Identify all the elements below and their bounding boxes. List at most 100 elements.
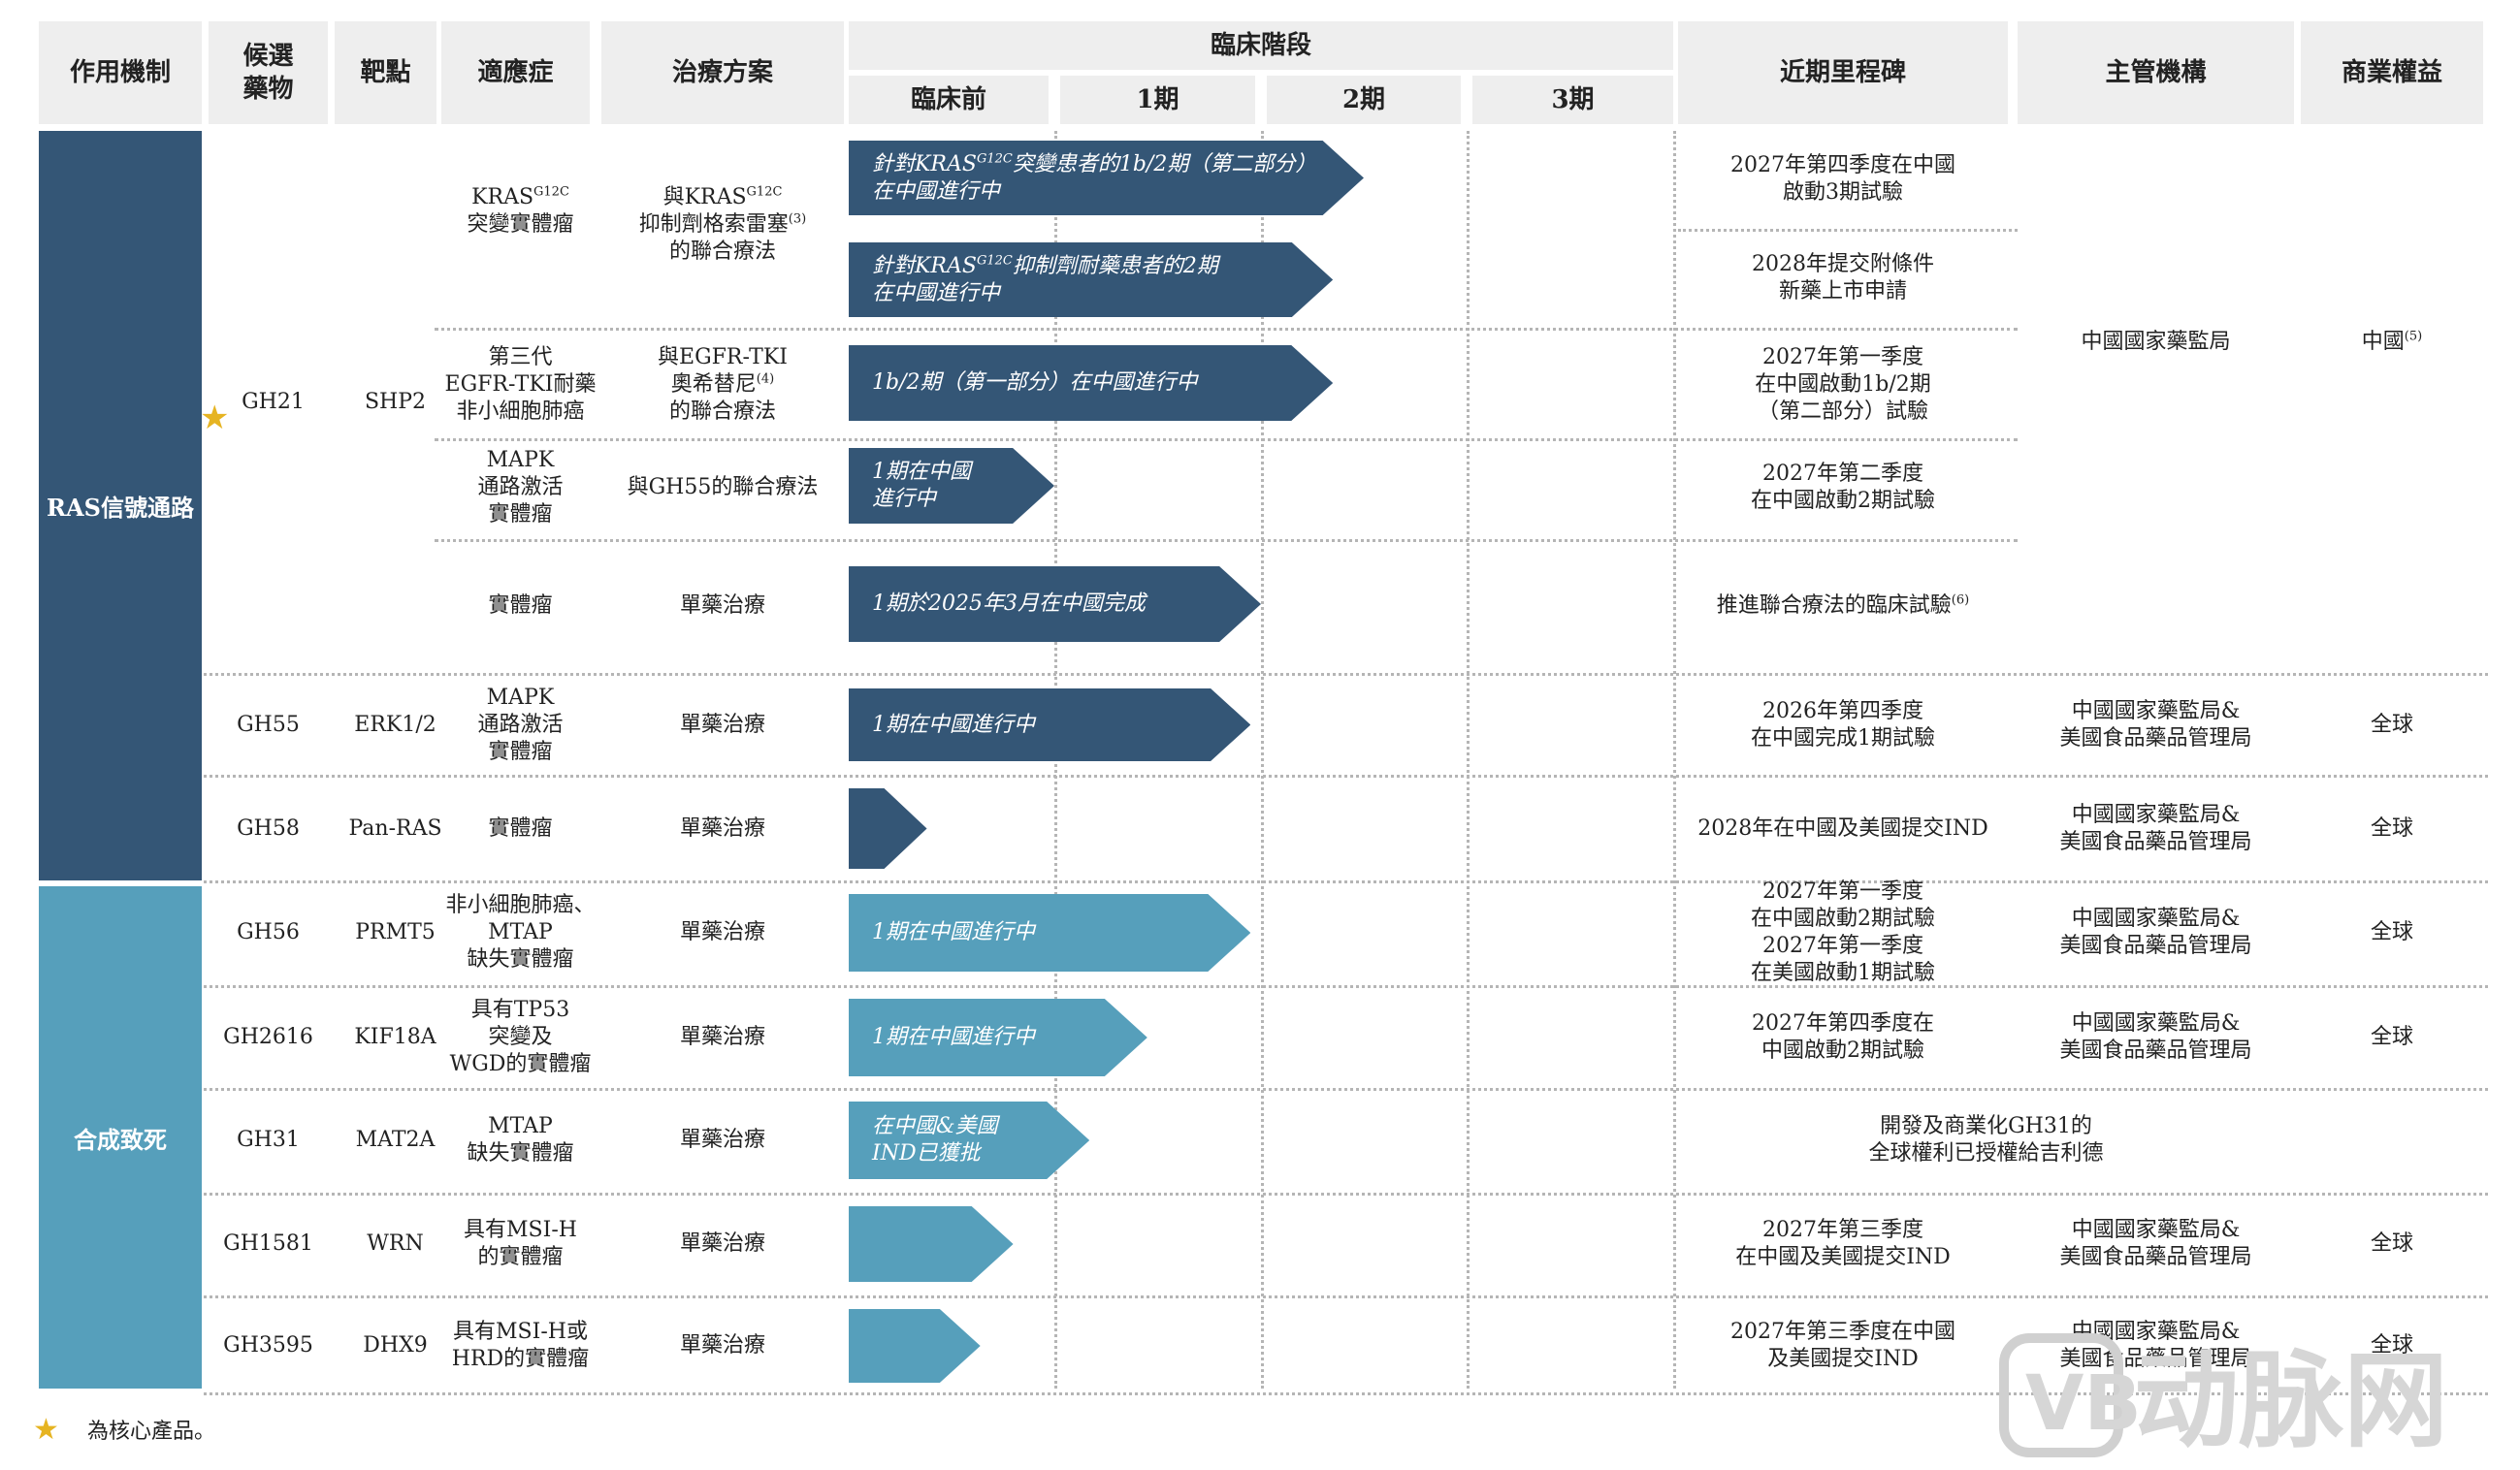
- milestone-text: 2026年第四季度 在中國完成1期試驗: [1751, 698, 1935, 751]
- header-stage-1: 臨床前: [849, 76, 1049, 124]
- mechanism-label: RAS信號通路: [47, 494, 194, 522]
- header-regimen: 治療方案: [601, 21, 844, 124]
- gh21-milestone-text: 2027年第四季度在中國 啟動3期試驗: [1730, 152, 1955, 207]
- regimen-text: 單藥治療: [679, 1333, 765, 1358]
- header-authority: 主管機構: [2018, 21, 2294, 124]
- header-stage-2: 1期: [1060, 76, 1255, 124]
- gh21-indication: MAPK 通路激活 實體瘤: [441, 444, 599, 531]
- header-clinical-stage: 臨床階段: [849, 21, 1673, 70]
- authority-text: 中國國家藥監局& 美國食品藥品管理局: [2059, 907, 2252, 958]
- gh21-rights-note: (5): [2404, 329, 2423, 344]
- row-separator: [435, 539, 2018, 542]
- regimen-text: 單藥治療: [679, 1025, 765, 1049]
- stage-divider: [1261, 131, 1264, 1389]
- gh21-regimen: 與KRASG12C 抑制劑格索雷塞(3) 的聯合療法: [601, 184, 844, 281]
- authority-text: 中國國家藥監局& 美國食品藥品管理局: [2059, 1218, 2252, 1269]
- row-separator: [204, 1193, 2488, 1196]
- rights-text: 全球: [2370, 1025, 2413, 1049]
- indication-text: 具有MSI-H或 HRD的實體瘤: [451, 1320, 590, 1371]
- header-milestone: 近期里程碑: [1678, 21, 2008, 124]
- indication-text: 非小細胞肺癌、 MTAP 缺失實體瘤: [445, 893, 596, 972]
- gh21-milestone: 推進聯合療法的臨床試驗(6): [1678, 543, 2008, 669]
- indication-text: MAPK 通路激活 實體瘤: [477, 685, 564, 764]
- gh21-indication-line: 第三代 EGFR-TKI耐藥 非小細胞肺癌: [444, 345, 597, 424]
- indication-text: MTAP 缺失實體瘤: [467, 1114, 574, 1166]
- gh21-milestone: 2027年第二季度 在中國啟動2期試驗: [1678, 444, 2008, 531]
- gh21-regimen-text: 單藥治療: [680, 592, 765, 620]
- gh21-regimen-sup: (3): [788, 211, 807, 227]
- header-candidate: 候選 藥物: [209, 21, 328, 124]
- gh21-milestone-sup: (6): [1951, 592, 1970, 608]
- target-name: WRN: [367, 1231, 424, 1256]
- gh21-phase-line: 1期於2025年3月在中國完成: [872, 591, 1146, 616]
- candidate-name: GH1581: [223, 1231, 313, 1256]
- target-name: ERK1/2: [354, 712, 436, 737]
- gh21-indication: 實體瘤: [441, 543, 599, 669]
- milestone-text: 2027年第三季度在中國 及美國提交IND: [1730, 1320, 1955, 1371]
- gh21-milestone-text: 推進聯合療法的臨床試驗(6): [1717, 592, 1969, 620]
- header-mechanism: 作用機制: [39, 21, 202, 124]
- gh21-milestone-line: 2027年第一季度 在中國啟動1b/2期 （第二部分）試驗: [1755, 345, 1931, 424]
- row-separator: [204, 1088, 2488, 1091]
- header-rights: 商業權益: [2301, 21, 2483, 124]
- authority-text: 中國國家藥監局& 美國食品藥品管理局: [2059, 698, 2252, 751]
- gh21-regimen-line: 與GH55的聯合療法: [627, 475, 819, 499]
- gh21-regimen-line: 單藥治療: [679, 593, 765, 618]
- gh21-indication-sup: G12C: [533, 184, 569, 200]
- row-separator: [435, 438, 2018, 441]
- phase-bar-text: 1期在中國進行中: [872, 712, 1035, 737]
- mechanism-label: 合成致死: [74, 1125, 167, 1154]
- rights-text: 全球: [2370, 920, 2413, 944]
- mechanism-block: 合成致死: [39, 886, 202, 1389]
- regimen-text: 單藥治療: [679, 1128, 765, 1152]
- gh21-phase-line: 針對KRAS: [872, 151, 977, 176]
- candidate-name: GH31: [237, 1128, 300, 1152]
- authority-text: 中國國家藥監局& 美國食品藥品管理局: [2059, 1011, 2252, 1063]
- row-separator: [204, 673, 2488, 676]
- gh21-regimen-line: 的聯合療法: [668, 399, 776, 424]
- row-separator: [204, 775, 2488, 778]
- gh21-phase-bar: 1期在中國 進行中: [849, 448, 1054, 524]
- gh21-authority: 中國國家藥監局: [2081, 329, 2231, 354]
- gh21-milestone: 2028年提交附條件 新藥上市申請: [1678, 235, 2008, 322]
- milestone-text: 2027年第三季度 在中國及美國提交IND: [1735, 1218, 1951, 1269]
- gh21-phase-line: 針對KRAS: [872, 253, 977, 278]
- gh21-milestone-line: 2027年第二季度 在中國啟動2期試驗: [1751, 462, 1935, 513]
- row-separator: [435, 328, 2018, 331]
- phase-bar-text: 1期在中國進行中: [872, 1025, 1035, 1049]
- gh21-rights-label: 中國: [2361, 329, 2405, 354]
- gh21-indication-line: KRAS: [471, 185, 534, 209]
- stage-divider: [1673, 131, 1676, 1389]
- row-separator: [204, 1295, 2488, 1298]
- gh21-phase-text: 針對KRASG12C抑制劑耐藥患者的2期 在中國進行中: [872, 253, 1218, 307]
- gh21-rights: 中國(5): [2301, 136, 2483, 548]
- gh21-milestone-line: 2028年提交附條件 新藥上市申請: [1752, 252, 1934, 304]
- row-separator: [204, 1392, 2488, 1395]
- milestone-text: 2027年第一季度 在中國啟動2期試驗 2027年第一季度 在美國啟動1期試驗: [1751, 879, 1935, 985]
- gh21-phase-bar: 針對KRASG12C抑制劑耐藥患者的2期 在中國進行中: [849, 242, 1333, 317]
- regimen-text: 單藥治療: [679, 712, 765, 737]
- gh21-indication-text: KRASG12C 突變實體瘤: [467, 184, 573, 239]
- gh21-phase-text: 1b/2期（第一部分）在中國進行中: [872, 369, 1198, 397]
- regimen-text: 單藥治療: [679, 1231, 765, 1256]
- footnote-text: 為核心產品。: [87, 1420, 216, 1444]
- gh21-regimen-sup: (4): [756, 371, 775, 387]
- gh21-indication-text: 第三代 EGFR-TKI耐藥 非小細胞肺癌: [445, 344, 597, 426]
- gh21-regimen: 與GH55的聯合療法: [601, 444, 844, 531]
- footnote-star-icon: ★: [33, 1413, 59, 1447]
- header-indication: 適應症: [441, 21, 590, 124]
- milestone-text: 2027年第四季度在 中國啟動2期試驗: [1752, 1011, 1934, 1063]
- gh21-indication-line: MAPK 通路激活 實體瘤: [477, 448, 564, 527]
- regimen-text: 單藥治療: [679, 815, 765, 841]
- gh21-phase-bar: 1期於2025年3月在中國完成: [849, 566, 1261, 642]
- gh21-regimen-line: 抑制劑格索雷塞: [638, 212, 789, 237]
- row-separator: [1678, 229, 2018, 232]
- gh21-indication-line: 實體瘤: [488, 593, 553, 618]
- authority-text: 中國國家藥監局& 美國食品藥品管理局: [2059, 802, 2252, 854]
- indication-text: 具有MSI-H 的實體瘤: [464, 1218, 577, 1269]
- gh21-milestone-line: 推進聯合療法的臨床試驗: [1716, 593, 1952, 618]
- phase-bar-text: 1期在中國進行中: [872, 920, 1035, 944]
- mechanism-block: RAS信號通路: [39, 131, 202, 880]
- gh21-indication: 第三代 EGFR-TKI耐藥 非小細胞肺癌: [441, 334, 599, 436]
- phase-bar: 在中國&美國 IND已獲批: [849, 1102, 1089, 1179]
